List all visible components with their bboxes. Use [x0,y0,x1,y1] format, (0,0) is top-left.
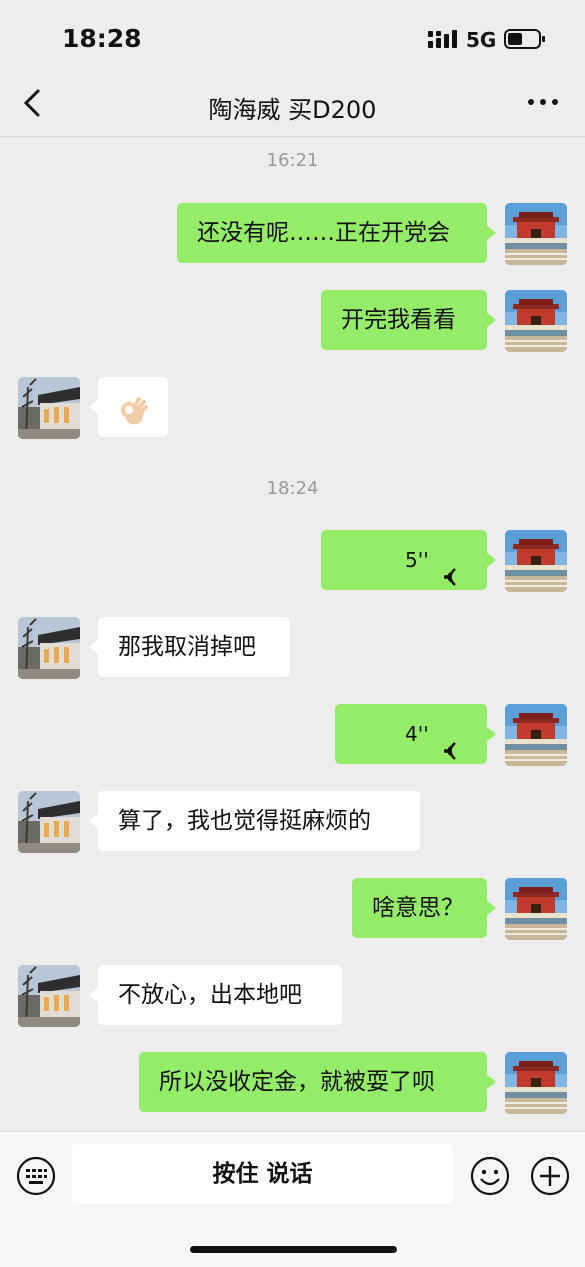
my-avatar[interactable] [505,1052,567,1114]
contact-avatar[interactable] [18,791,80,853]
my-avatar[interactable] [505,290,567,352]
message-text: 所以没收定金，就被耍了呗 [159,1069,435,1095]
voice-wave-icon [441,550,459,610]
timestamp: 18:24 [266,478,319,499]
message-text: 啥意思？ [372,895,464,921]
ok-hand-emoji-icon [117,391,149,451]
message-text: 不放心，出本地吧 [118,982,302,1008]
contact-avatar[interactable] [18,617,80,679]
more-options-icon[interactable] [526,92,560,112]
voice-duration: 4'' [405,722,429,746]
their-message-bubble[interactable]: 算了，我也觉得挺麻烦的 [89,791,420,851]
my-avatar[interactable] [505,704,567,766]
home-indicator [190,1246,397,1253]
my-message-bubble[interactable]: 还没有呢……正在开党会 [177,203,496,263]
my-message-bubble[interactable]: 啥意思？ [352,878,496,938]
voice-duration: 5'' [405,548,429,572]
message-text: 开完我看看 [341,307,456,333]
hold-to-talk-button[interactable]: 按住 说话 [72,1144,453,1204]
contact-avatar[interactable] [18,377,80,439]
network-type: 5G [466,28,497,52]
keyboard-icon[interactable] [16,1156,56,1200]
voice-message-bubble[interactable]: 4'' [335,704,496,764]
emoji-icon[interactable] [470,1156,510,1200]
voice-message-bubble[interactable]: 5'' [321,530,496,590]
status-time: 18:28 [62,24,142,53]
message-text: 算了，我也觉得挺麻烦的 [118,808,371,834]
message-text: 那我取消掉吧 [118,634,256,660]
my-avatar[interactable] [505,530,567,592]
my-message-bubble[interactable]: 所以没收定金，就被耍了呗 [139,1052,496,1112]
my-avatar[interactable] [505,878,567,940]
voice-wave-icon [441,724,459,784]
my-message-bubble[interactable]: 开完我看看 [321,290,496,350]
battery-icon [504,28,546,54]
my-avatar[interactable] [505,203,567,265]
plus-icon[interactable] [530,1156,570,1200]
timestamp: 16:21 [266,150,319,171]
their-message-bubble[interactable] [89,377,168,437]
their-message-bubble[interactable]: 不放心，出本地吧 [89,965,342,1025]
status-bar: 18:28 5G [0,0,585,70]
chat-header: 陶海威 买D200 [0,70,585,137]
cellular-signal-icon [428,30,458,52]
message-text: 还没有呢……正在开党会 [197,220,450,246]
contact-avatar[interactable] [18,965,80,1027]
chat-title: 陶海威 买D200 [208,96,377,124]
their-message-bubble[interactable]: 那我取消掉吧 [89,617,290,677]
